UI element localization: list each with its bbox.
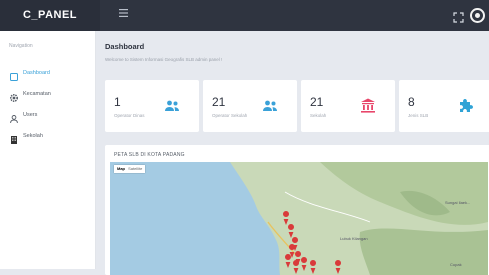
stat-card-operator-sekolah[interactable]: 21 Operator Sekolah <box>203 80 297 132</box>
stat-caption: Operator Dinas <box>114 113 145 118</box>
map-panel: PETA SLB DI KOTA PADANG Sungai Ilaek... … <box>105 145 489 275</box>
sidebar-item-users[interactable]: Users <box>0 106 96 126</box>
stat-value: 8 <box>408 95 415 109</box>
stat-card-jenis-slb[interactable]: 8 Jenis SLB <box>399 80 489 132</box>
map-title: PETA SLB DI KOTA PADANG <box>114 152 185 158</box>
stat-card-sekolah[interactable]: 21 Sekolah <box>301 80 395 132</box>
building-icon <box>9 132 19 144</box>
sidebar-item-label: Kecamatan <box>23 91 51 97</box>
main-content: Dashboard Welcome to Sistem Informasi Ge… <box>96 31 489 275</box>
puzzle-icon <box>457 97 475 115</box>
map-place-label: Sungai Ilaek... <box>445 200 470 205</box>
stat-card-operator-dinas[interactable]: 1 Operator Dinas <box>105 80 199 132</box>
map-type-map-button[interactable]: Map <box>116 165 126 173</box>
users-icon <box>261 97 279 115</box>
gear-icon <box>9 90 19 103</box>
dashboard-icon <box>9 69 19 81</box>
stat-caption: Sekolah <box>310 113 327 118</box>
sidebar-item-dashboard[interactable]: Dashboard <box>0 64 96 84</box>
sidebar-item-kecamatan[interactable]: Kecamatan <box>0 85 96 105</box>
map-place-label: Cupak <box>450 262 462 267</box>
map-type-toggle: Map Satellite <box>114 165 146 173</box>
sidebar-item-sekolah[interactable]: Sekolah <box>0 127 96 147</box>
nav-header: Navigation <box>9 43 33 49</box>
top-bar: C_PANEL <box>0 0 489 31</box>
stat-value: 1 <box>114 95 121 109</box>
users-icon <box>163 97 181 115</box>
sidebar-item-label: Dashboard <box>23 70 50 76</box>
page-subtitle: Welcome to Sistem Informasi Geografis SL… <box>105 57 223 62</box>
expand-icon[interactable] <box>453 10 464 23</box>
map-place-label: Lubuk Kilangan <box>340 236 368 241</box>
brand-logo[interactable]: C_PANEL <box>0 0 100 31</box>
institution-icon <box>359 97 377 115</box>
hamburger-icon[interactable] <box>117 9 129 21</box>
map-view[interactable]: Sungai Ilaek... Lubuk Kilangan Cupak Map… <box>110 162 488 275</box>
sidebar-item-label: Sekolah <box>23 133 43 139</box>
user-icon <box>9 111 19 124</box>
user-avatar-icon[interactable] <box>470 8 485 23</box>
stat-caption: Operator Sekolah <box>212 113 248 118</box>
stat-caption: Jenis SLB <box>408 113 429 118</box>
page-title: Dashboard <box>105 42 145 51</box>
sidebar-item-label: Users <box>23 112 38 118</box>
stat-value: 21 <box>310 95 324 109</box>
stat-value: 21 <box>212 95 226 109</box>
map-type-satellite-button[interactable]: Satellite <box>127 165 143 173</box>
sidebar: Navigation Dashboard Kecamatan Users Sek… <box>0 31 96 269</box>
